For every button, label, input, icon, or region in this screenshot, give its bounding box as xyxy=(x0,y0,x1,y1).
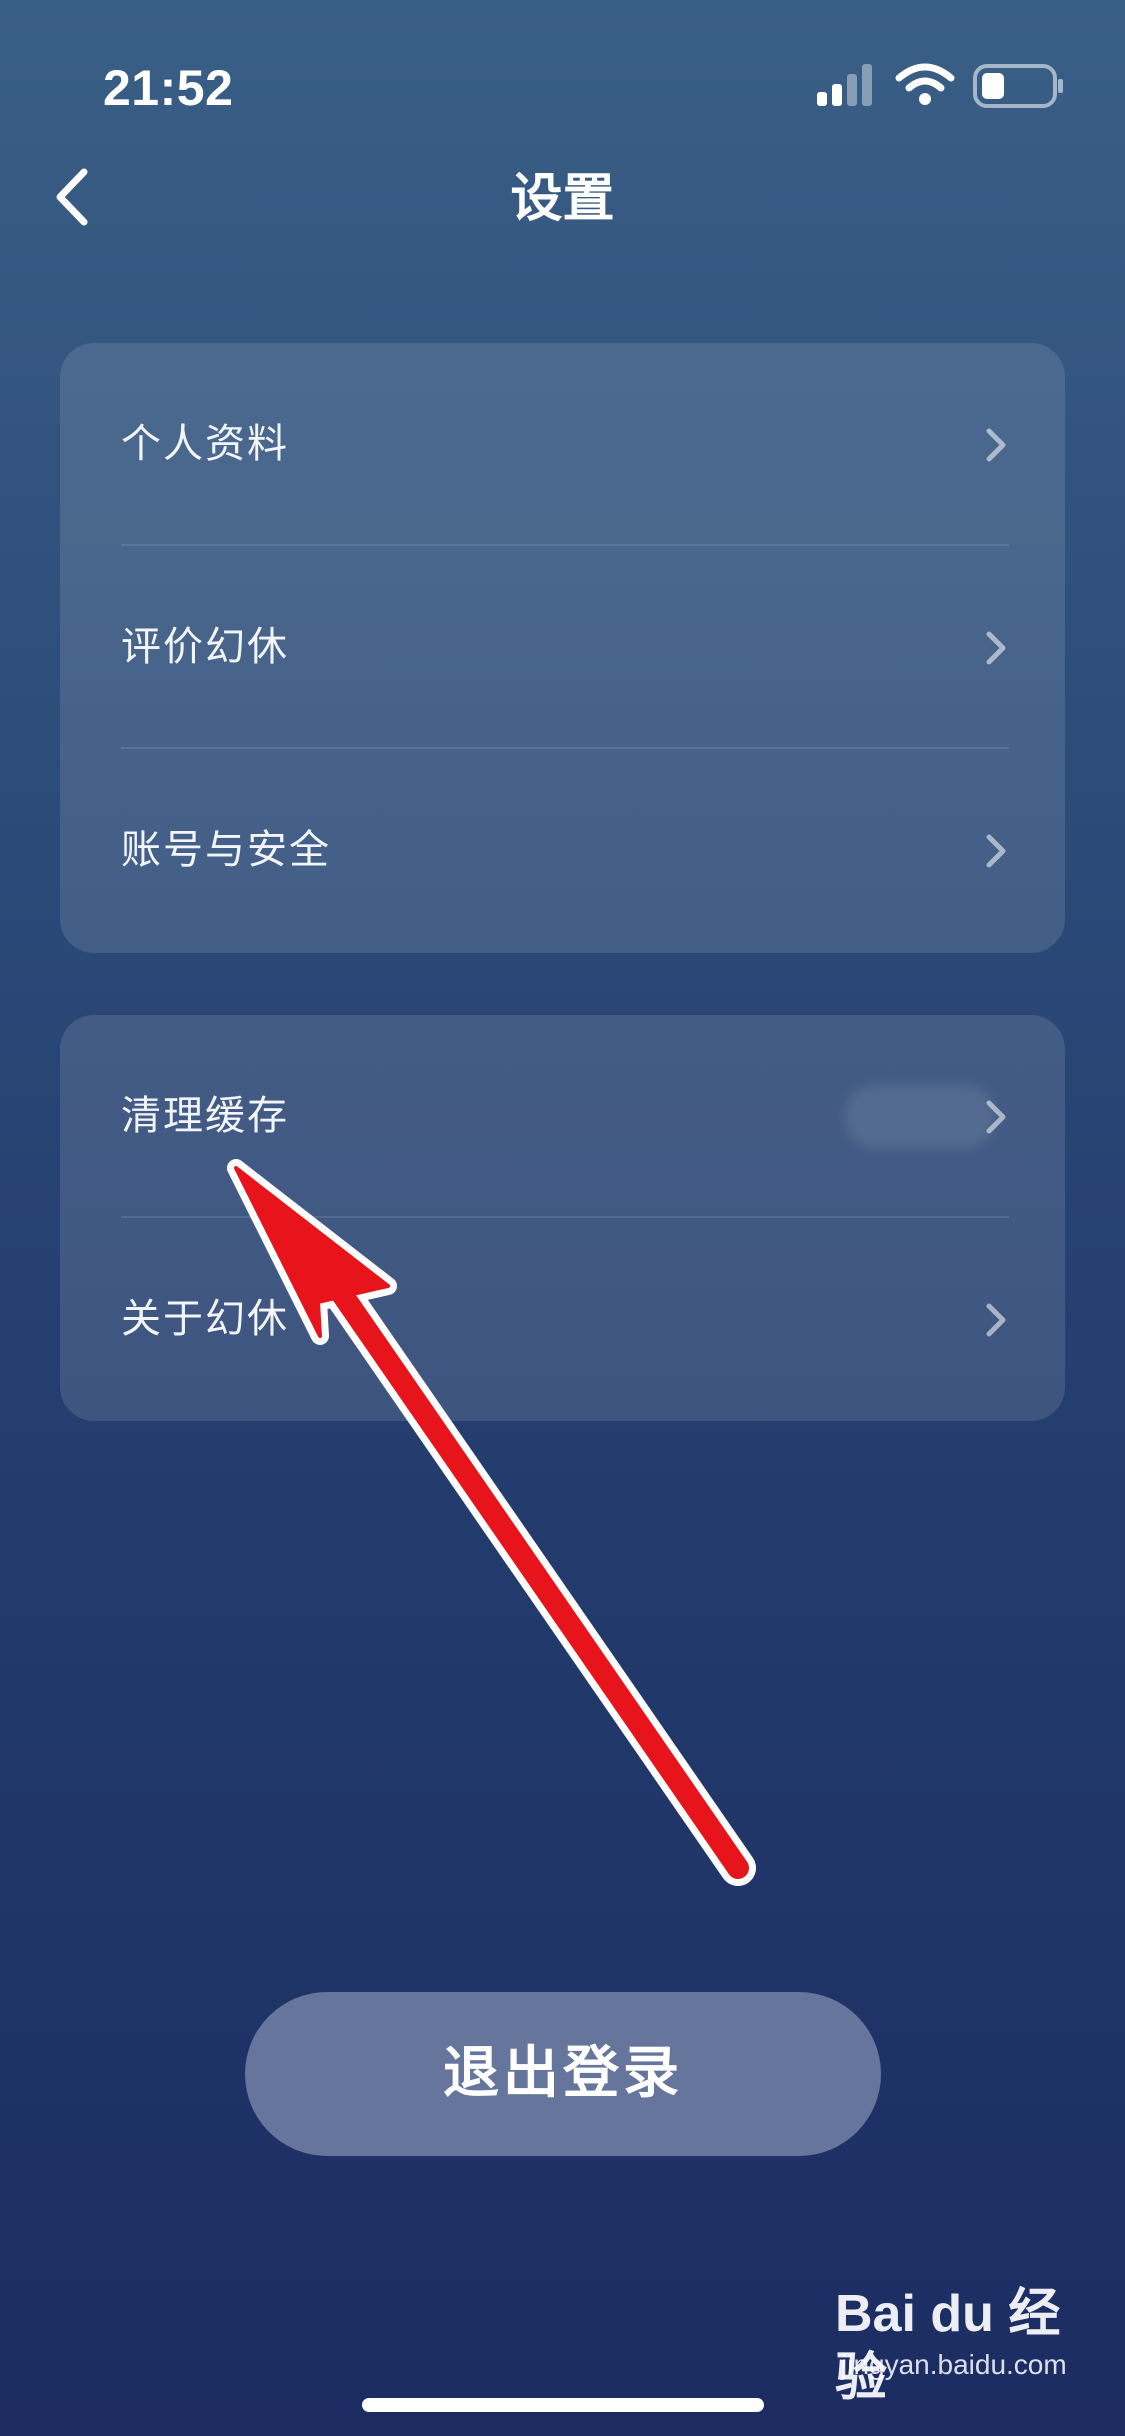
settings-row-label: 清理缓存 xyxy=(121,1093,289,1139)
battery-icon xyxy=(973,64,1063,108)
watermark-url: jingyan.baidu.com xyxy=(841,2349,1067,2380)
wifi-icon xyxy=(895,63,955,105)
cellular-signal-icon xyxy=(817,64,872,106)
settings-row-label: 账号与安全 xyxy=(121,827,331,873)
settings-row-clear-cache[interactable]: 清理缓存 xyxy=(60,1015,1065,1218)
chevron-right-icon xyxy=(986,1303,1006,1337)
status-icons xyxy=(815,62,1065,110)
cache-size-blurred xyxy=(845,1085,995,1149)
chevron-right-icon xyxy=(986,428,1006,462)
status-time: 21:52 xyxy=(103,60,234,116)
settings-row-account-security[interactable]: 账号与安全 xyxy=(60,749,1065,952)
home-indicator[interactable] xyxy=(362,2398,764,2412)
chevron-right-icon xyxy=(986,1100,1006,1134)
settings-row-about[interactable]: 关于幻休 xyxy=(60,1218,1065,1421)
settings-row-label: 个人资料 xyxy=(121,421,289,467)
settings-row-label: 关于幻休 xyxy=(121,1296,289,1342)
settings-row-label: 评价幻休 xyxy=(121,624,289,670)
settings-group-app: 清理缓存 关于幻休 xyxy=(60,1015,1065,1421)
baidu-jingyan-watermark: Bai du 经验 jingyan.baidu.com xyxy=(835,2282,1067,2407)
chevron-right-icon xyxy=(986,631,1006,665)
settings-row-rate[interactable]: 评价幻休 xyxy=(60,546,1065,749)
page-title: 设置 xyxy=(510,169,615,229)
logout-button[interactable]: 退出登录 xyxy=(245,1992,881,2156)
watermark-brand: Bai du 经验 xyxy=(835,2285,1061,2407)
settings-group-profile: 个人资料 评价幻休 账号与安全 xyxy=(60,343,1065,953)
settings-row-profile[interactable]: 个人资料 xyxy=(60,343,1065,546)
chevron-right-icon xyxy=(986,834,1006,868)
